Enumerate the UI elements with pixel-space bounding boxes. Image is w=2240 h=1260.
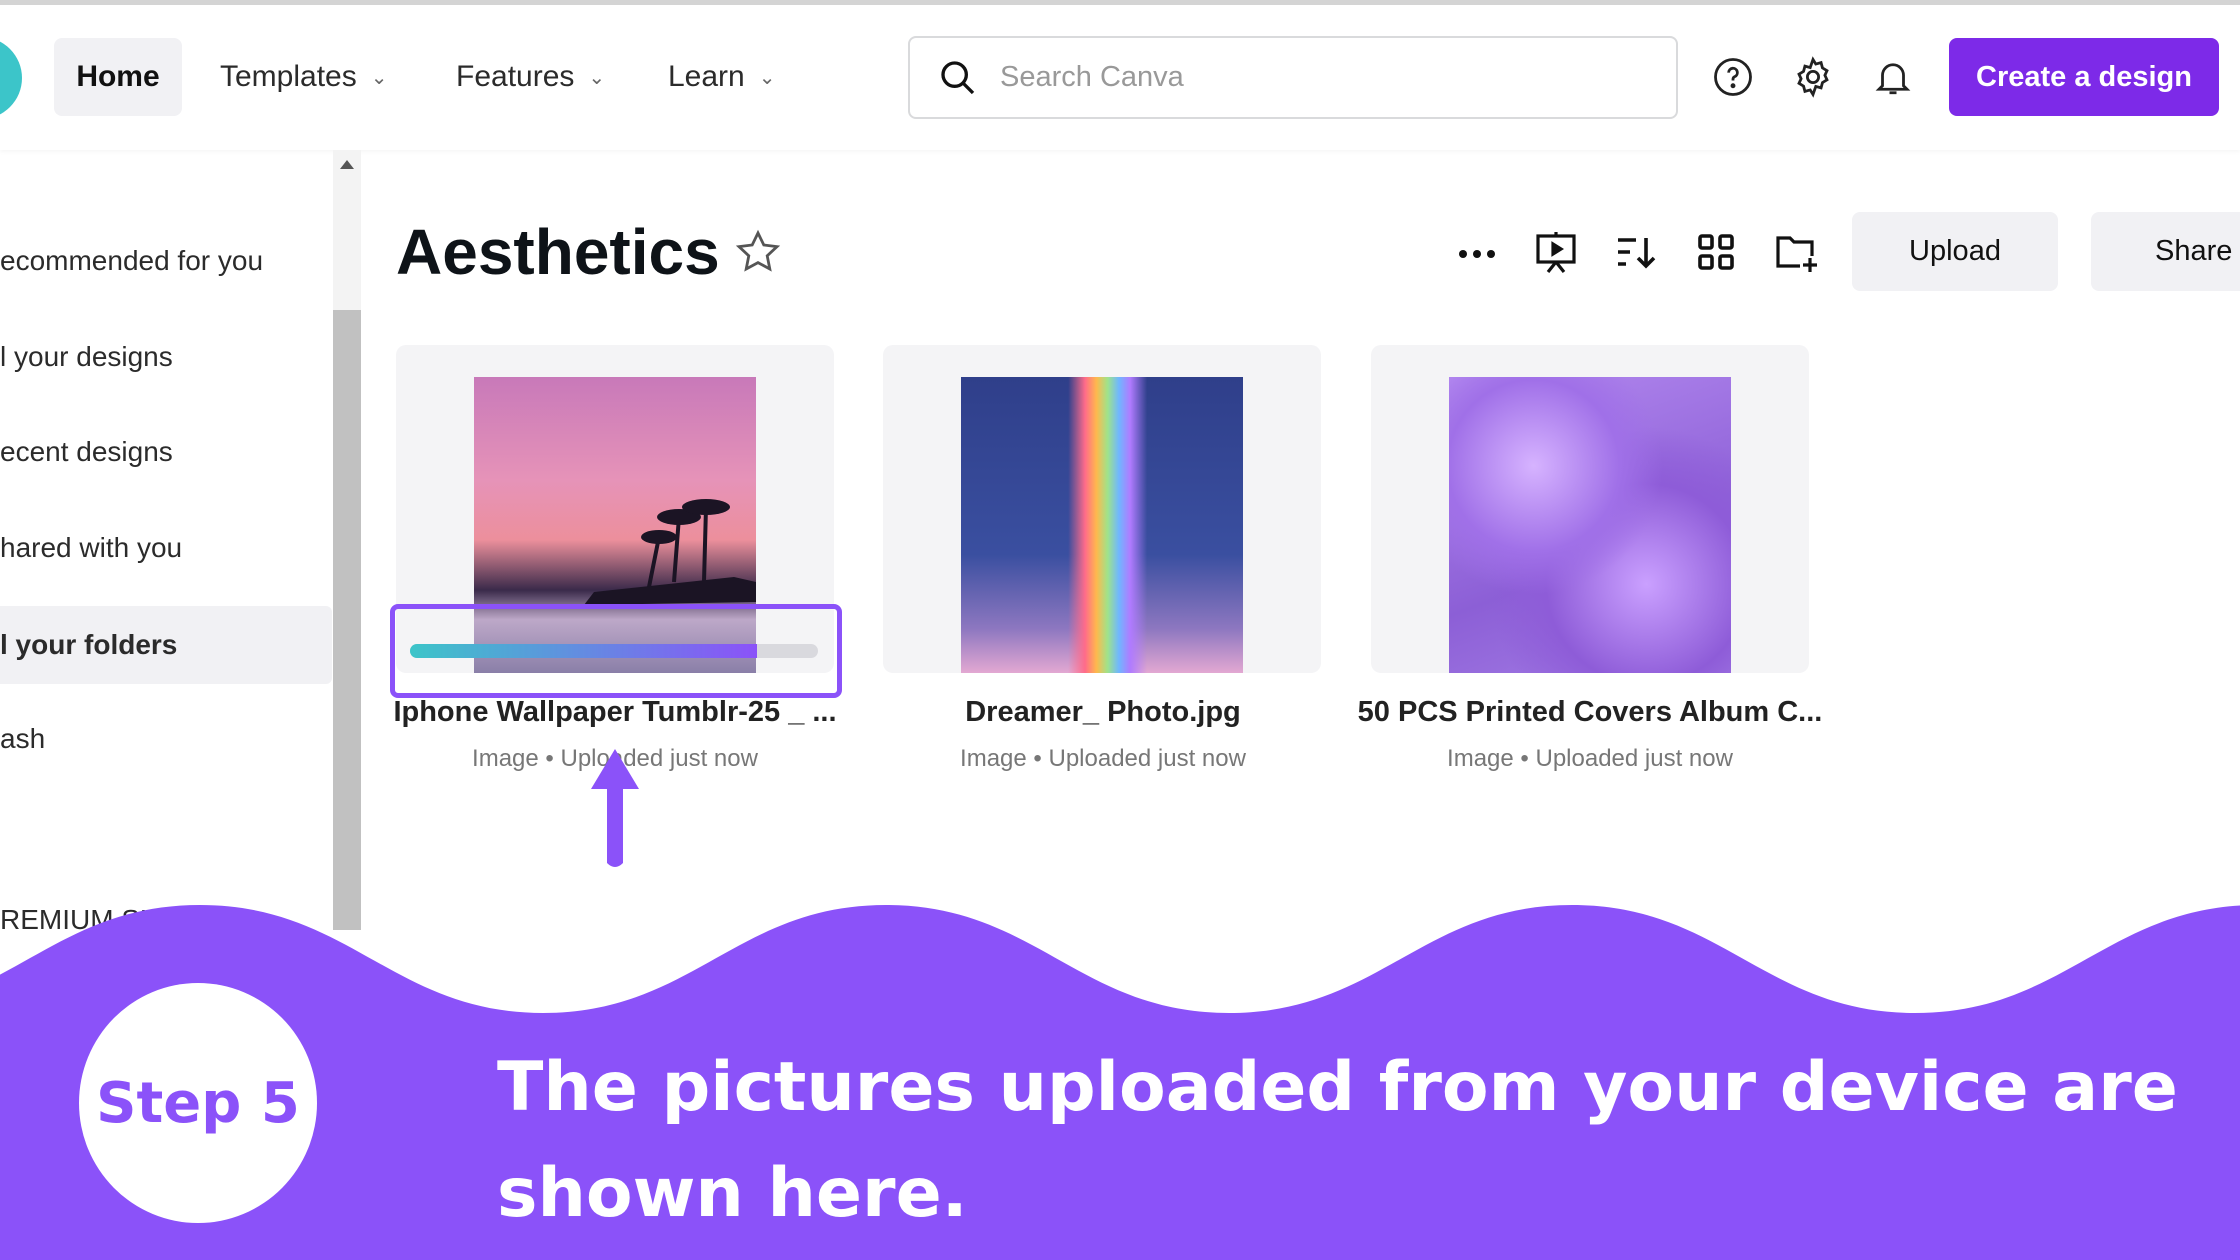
step-badge: Step 5 xyxy=(79,983,317,1223)
step-caption: The pictures uploaded from your device a… xyxy=(497,1048,2178,1233)
